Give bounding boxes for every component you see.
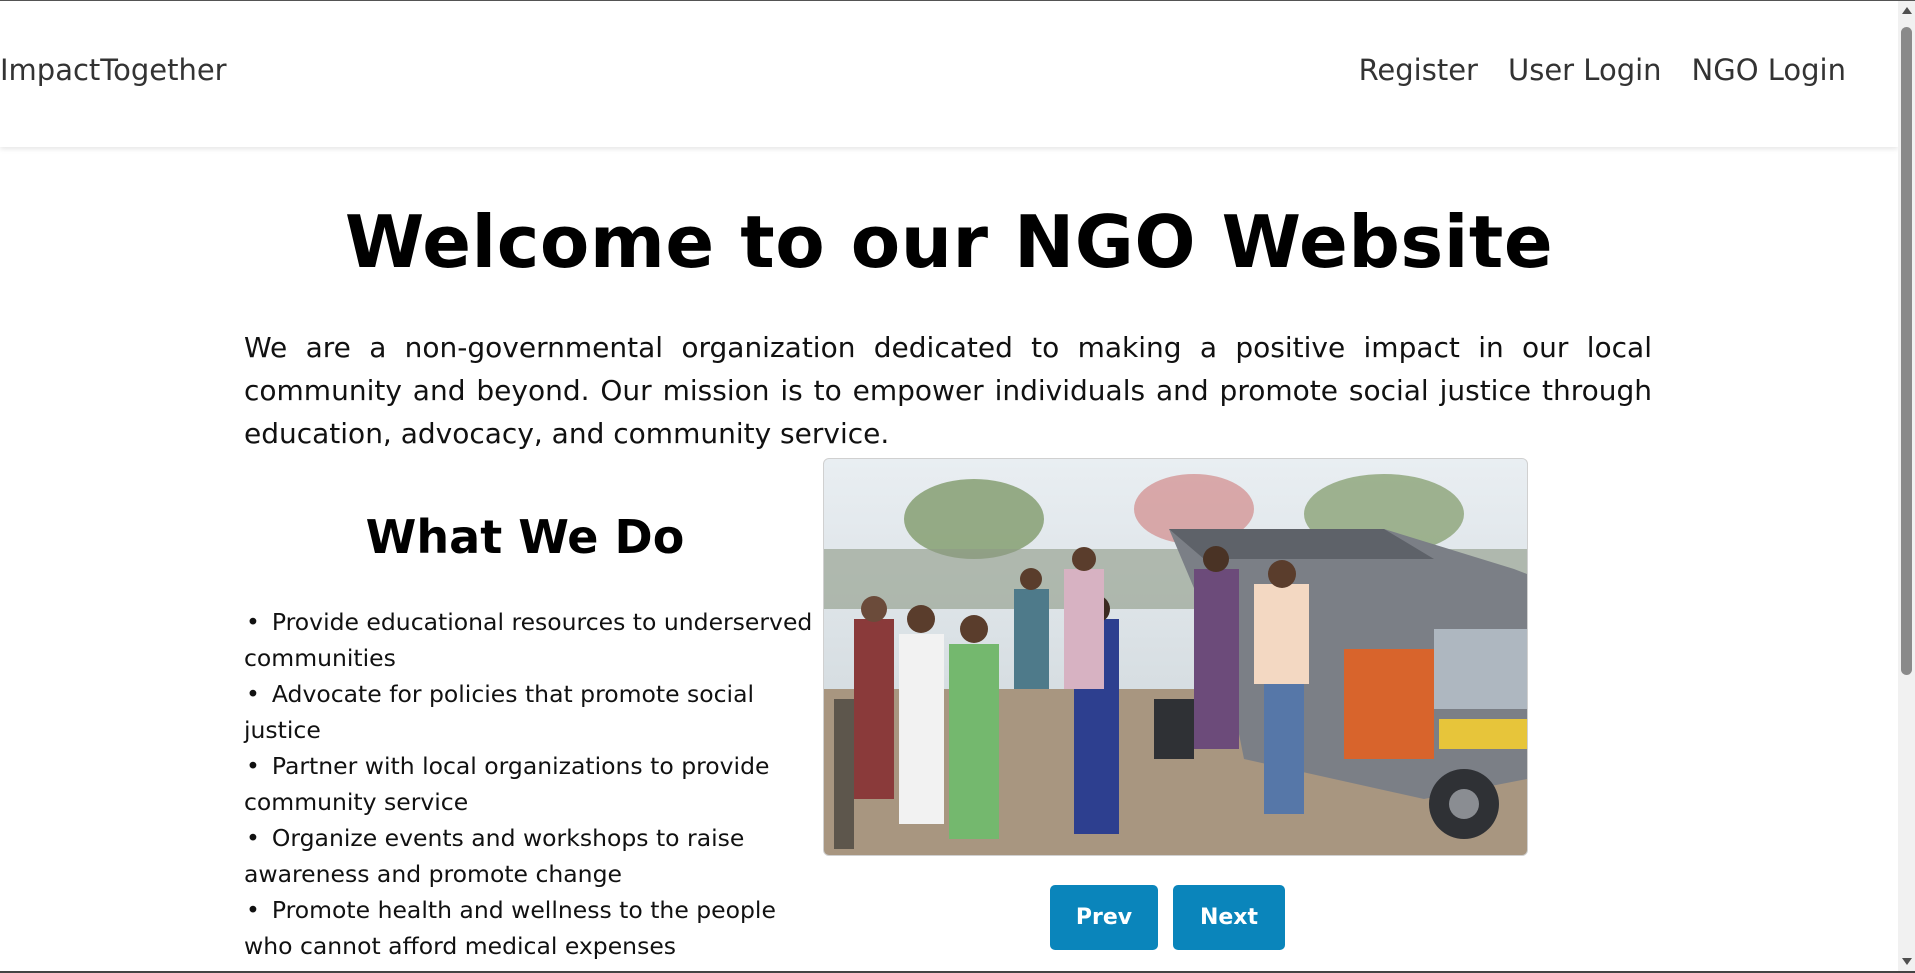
carousel-image	[823, 458, 1528, 856]
brand-logo-text[interactable]: ImpactTogether	[0, 53, 227, 87]
nav-links: Register User Login NGO Login	[1359, 53, 1846, 87]
scrollbar-thumb[interactable]	[1901, 27, 1912, 675]
page-title: Welcome to our NGO Website	[344, 200, 1554, 284]
scroll-up-arrow-icon[interactable]	[1902, 7, 1912, 14]
what-we-do-list: Provide educational resources to underse…	[244, 604, 816, 964]
navbar: ImpactTogether Register User Login NGO L…	[0, 1, 1898, 147]
food-distribution-photo	[824, 459, 1527, 855]
nav-link-ngo-login[interactable]: NGO Login	[1692, 53, 1846, 87]
list-item: Organize events and workshops to raise a…	[244, 820, 816, 892]
carousel-prev-button[interactable]: Prev	[1050, 885, 1158, 950]
list-item: Promote health and wellness to the peopl…	[244, 892, 816, 964]
what-we-do-heading: What We Do	[365, 510, 685, 564]
list-item: Partner with local organizations to prov…	[244, 748, 816, 820]
intro-paragraph: We are a non-governmental organization d…	[244, 331, 1652, 450]
carousel-next-button[interactable]: Next	[1173, 885, 1285, 950]
scroll-down-arrow-icon[interactable]	[1902, 958, 1912, 965]
list-item: Provide educational resources to underse…	[244, 604, 816, 676]
nav-link-register[interactable]: Register	[1359, 53, 1478, 87]
page-scrollbar[interactable]	[1898, 1, 1915, 971]
list-item: Advocate for policies that promote socia…	[244, 676, 816, 748]
nav-link-user-login[interactable]: User Login	[1508, 53, 1662, 87]
